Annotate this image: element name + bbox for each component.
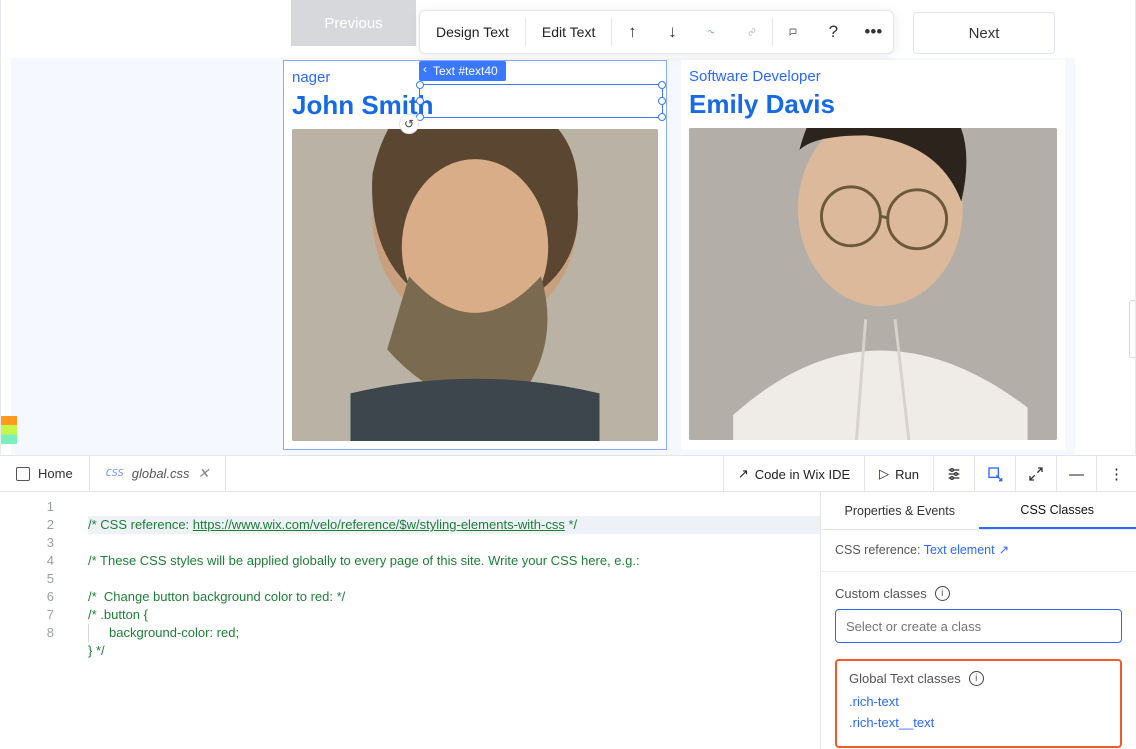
button-label: Code in Wix IDE bbox=[755, 467, 850, 482]
external-link-icon: ↗ bbox=[999, 543, 1009, 557]
close-icon[interactable]: ✕ bbox=[198, 465, 210, 482]
global-class-item[interactable]: .rich-text bbox=[849, 694, 1108, 709]
selection-outline[interactable] bbox=[419, 84, 663, 118]
expand-icon[interactable] bbox=[1015, 456, 1056, 492]
run-button[interactable]: ▷ Run bbox=[864, 456, 933, 492]
global-classes-label: Global Text classes bbox=[849, 671, 961, 686]
external-link-icon: ↗ bbox=[738, 466, 749, 482]
global-classes-box: Global Text classes i .rich-text .rich-t… bbox=[835, 659, 1122, 748]
right-panel: Properties & Events CSS Classes CSS refe… bbox=[820, 492, 1136, 749]
tab-properties-events[interactable]: Properties & Events bbox=[821, 492, 979, 529]
info-icon[interactable]: i bbox=[935, 586, 950, 601]
css-reference-row: CSS reference: Text element↗ bbox=[835, 542, 1122, 557]
more-vertical-icon[interactable]: ⋮ bbox=[1096, 456, 1136, 492]
design-text-button[interactable]: Design Text bbox=[420, 11, 525, 53]
profile-card-2[interactable]: Software Developer Emily Davis bbox=[681, 60, 1065, 450]
resize-handle[interactable] bbox=[658, 81, 666, 89]
tab-home[interactable]: Home bbox=[0, 456, 90, 491]
element-toolbar: Design Text Edit Text ↑ ↓ ? ••• bbox=[419, 10, 894, 54]
profile-image-2 bbox=[689, 128, 1057, 440]
tab-global-css[interactable]: CSS global.css ✕ bbox=[90, 456, 227, 491]
custom-class-input[interactable] bbox=[835, 609, 1122, 643]
tab-css-classes[interactable]: CSS Classes bbox=[979, 492, 1136, 529]
css-reference-link[interactable]: Text element↗ bbox=[924, 543, 1009, 557]
reset-icon[interactable]: ↺ bbox=[399, 114, 419, 134]
resize-handle[interactable] bbox=[658, 97, 666, 105]
panel-drag-handle[interactable] bbox=[1129, 300, 1135, 358]
button-label: Run bbox=[895, 467, 919, 482]
arrow-down-icon[interactable]: ↓ bbox=[652, 11, 692, 53]
global-class-item[interactable]: .rich-text__text bbox=[849, 715, 1108, 730]
inspector-icon[interactable] bbox=[974, 456, 1015, 492]
resize-handle[interactable] bbox=[416, 81, 424, 89]
code-content[interactable]: /* CSS reference: https://www.wix.com/ve… bbox=[78, 492, 820, 749]
profile-card-1[interactable]: nager John Smith bbox=[283, 60, 667, 450]
more-icon[interactable]: ••• bbox=[853, 11, 893, 53]
ide-panel: Home CSS global.css ✕ ↗ Code in Wix IDE … bbox=[0, 455, 1136, 749]
css-icon: CSS bbox=[106, 468, 124, 479]
tab-label: Home bbox=[38, 466, 73, 481]
comment-icon[interactable] bbox=[773, 11, 813, 53]
open-wix-ide-button[interactable]: ↗ Code in Wix IDE bbox=[723, 456, 864, 492]
custom-classes-label: Custom classes i bbox=[835, 586, 1122, 601]
info-icon[interactable]: i bbox=[969, 671, 984, 686]
play-icon: ▷ bbox=[879, 466, 889, 482]
link-icon[interactable] bbox=[732, 11, 772, 53]
minimize-icon[interactable]: — bbox=[1056, 456, 1096, 492]
help-icon[interactable]: ? bbox=[813, 11, 853, 53]
page-icon bbox=[16, 467, 30, 481]
resize-handle[interactable] bbox=[658, 113, 666, 121]
selection-tag[interactable]: Text #text40 bbox=[419, 61, 506, 81]
arrow-up-icon[interactable]: ↑ bbox=[612, 11, 652, 53]
settings-icon[interactable] bbox=[933, 456, 974, 492]
ide-toolbar: ↗ Code in Wix IDE ▷ Run — ⋮ bbox=[723, 456, 1136, 492]
card-subtitle: Software Developer bbox=[681, 60, 1065, 85]
card-title: Emily Davis bbox=[681, 85, 1065, 128]
next-button[interactable]: Next bbox=[913, 12, 1055, 54]
edit-text-button[interactable]: Edit Text bbox=[526, 11, 611, 53]
line-gutter: 1 2 3 4 5 6 7 8 bbox=[0, 492, 78, 749]
code-editor[interactable]: 1 2 3 4 5 6 7 8 /* CSS reference: https:… bbox=[0, 492, 820, 749]
profile-image-1 bbox=[292, 129, 658, 441]
resize-handle[interactable] bbox=[416, 97, 424, 105]
animation-icon[interactable] bbox=[692, 11, 732, 53]
tab-label: global.css bbox=[132, 466, 190, 481]
side-sticky-notes bbox=[1, 416, 17, 444]
previous-button[interactable]: Previous bbox=[291, 0, 416, 46]
